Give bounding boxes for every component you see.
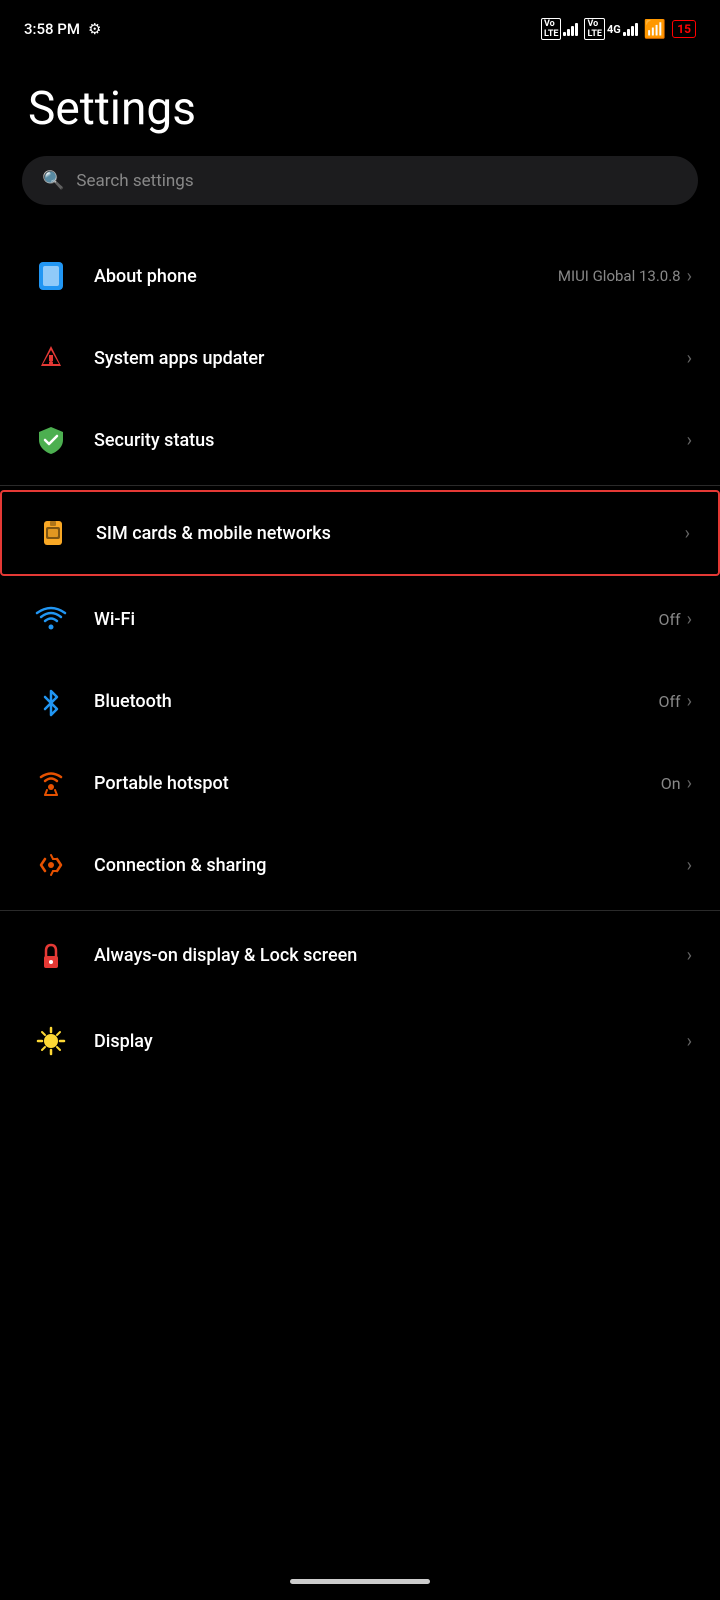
display-label: Display: [94, 1031, 153, 1052]
battery-indicator: 15: [672, 20, 696, 38]
hotspot-value: On: [661, 774, 681, 793]
battery-level: 15: [677, 22, 691, 36]
connection-sharing-icon: [28, 842, 74, 888]
aod-lock-icon: [28, 933, 74, 979]
search-placeholder: Search settings: [76, 171, 193, 191]
settings-item-hotspot[interactable]: Portable hotspot On ›: [0, 742, 720, 824]
volte-signal-1: VoLTE: [541, 18, 579, 40]
settings-item-sim-cards[interactable]: SIM cards & mobile networks ›: [0, 490, 720, 576]
wifi-icon: [28, 596, 74, 642]
hotspot-chevron: ›: [687, 773, 692, 794]
bluetooth-icon: [28, 678, 74, 724]
settings-item-security-status[interactable]: Security status ›: [0, 399, 720, 481]
time: 3:58 PM: [24, 20, 80, 38]
wifi-label: Wi-Fi: [94, 609, 135, 630]
hotspot-icon: [28, 760, 74, 806]
settings-gear-icon: ⚙: [88, 20, 101, 38]
about-phone-value: MIUI Global 13.0.8: [558, 267, 681, 285]
system-apps-updater-label: System apps updater: [94, 348, 264, 369]
sim-cards-label: SIM cards & mobile networks: [96, 523, 331, 544]
sim-cards-icon: [30, 510, 76, 556]
hotspot-label: Portable hotspot: [94, 773, 229, 794]
aod-lock-chevron: ›: [687, 945, 692, 966]
settings-item-wifi[interactable]: Wi-Fi Off ›: [0, 578, 720, 660]
security-status-label: Security status: [94, 430, 214, 451]
wifi-status-icon: 📶: [644, 19, 666, 40]
settings-list: About phone MIUI Global 13.0.8 › System …: [0, 235, 720, 1077]
divider-1: [0, 485, 720, 486]
volte-signal-2: VoLTE 4G: [584, 18, 637, 40]
search-bar[interactable]: 🔍 Search settings: [22, 156, 698, 205]
home-indicator: [290, 1579, 430, 1584]
settings-item-display[interactable]: Display ›: [0, 997, 720, 1077]
bluetooth-value: Off: [658, 692, 680, 711]
status-right: VoLTE VoLTE 4G 📶 15: [541, 18, 696, 40]
aod-lock-label: Always-on display & Lock screen: [94, 945, 357, 966]
security-status-icon: [28, 417, 74, 463]
settings-item-about-phone[interactable]: About phone MIUI Global 13.0.8 ›: [0, 235, 720, 317]
status-left: 3:58 PM ⚙: [24, 20, 101, 38]
about-phone-label: About phone: [94, 266, 197, 287]
status-bar: 3:58 PM ⚙ VoLTE VoLTE 4G 📶: [0, 0, 720, 52]
connection-sharing-chevron: ›: [687, 855, 692, 876]
connection-sharing-label: Connection & sharing: [94, 855, 267, 876]
wifi-value: Off: [658, 610, 680, 629]
settings-item-aod-lock[interactable]: Always-on display & Lock screen ›: [0, 915, 720, 997]
about-phone-chevron: ›: [687, 266, 692, 287]
search-icon: 🔍: [42, 170, 64, 191]
bluetooth-label: Bluetooth: [94, 691, 172, 712]
display-icon: [28, 1018, 74, 1064]
about-phone-icon: [28, 253, 74, 299]
display-chevron: ›: [687, 1031, 692, 1052]
page-title: Settings: [0, 52, 720, 156]
divider-2: [0, 910, 720, 911]
settings-item-connection-sharing[interactable]: Connection & sharing ›: [0, 824, 720, 906]
settings-item-system-apps-updater[interactable]: System apps updater ›: [0, 317, 720, 399]
system-apps-updater-chevron: ›: [687, 348, 692, 369]
system-apps-updater-icon: [28, 335, 74, 381]
settings-item-bluetooth[interactable]: Bluetooth Off ›: [0, 660, 720, 742]
bluetooth-chevron: ›: [687, 691, 692, 712]
wifi-chevron: ›: [687, 609, 692, 630]
sim-cards-chevron: ›: [685, 523, 690, 544]
security-status-chevron: ›: [687, 430, 692, 451]
